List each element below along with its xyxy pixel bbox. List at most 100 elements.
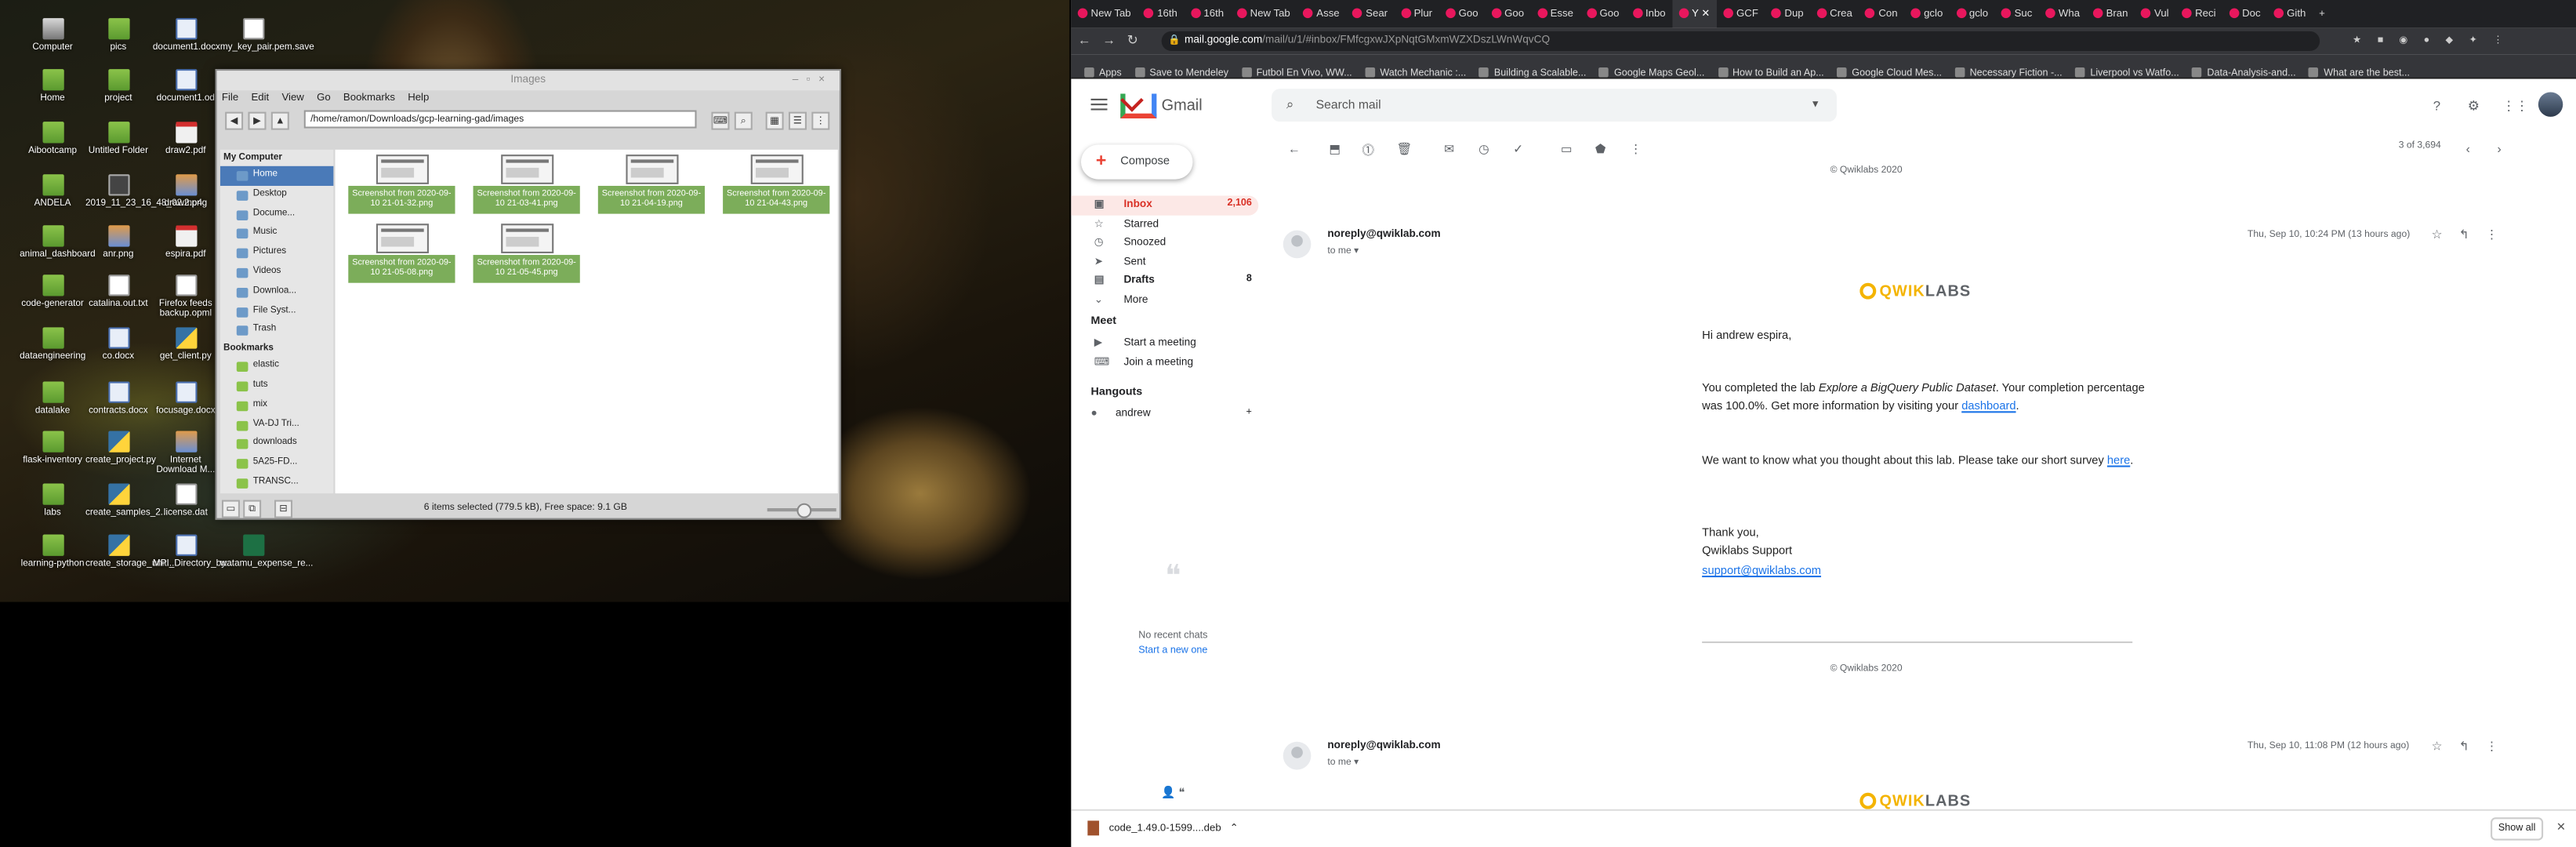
search-options-icon[interactable]: ▼ [1811,89,1820,122]
list-view-icon[interactable]: ☰ [788,111,807,130]
snooze-icon[interactable]: ◷ [1478,141,1489,156]
add-contact-icon[interactable]: + [1246,405,1252,424]
menu-view[interactable]: View [281,92,303,104]
desktop-icon[interactable]: animal_dashboard [20,225,96,260]
desktop-icon[interactable]: focusage.docx [153,381,219,417]
hangouts-user[interactable]: ● andrew + [1071,405,1258,424]
prev-icon[interactable]: ‹ [2466,141,2470,156]
browser-tab[interactable]: gclo [1904,0,1950,28]
bookmark[interactable]: How to Build an Ap... [1718,63,1824,78]
desktop-icon[interactable]: create_project.py [85,431,156,466]
place-item[interactable]: Videos [220,264,334,283]
search-input[interactable]: ⌕ Search mail ▼ [1272,89,1837,122]
browser-tab[interactable]: Bran [2086,0,2134,28]
avatar[interactable] [2538,92,2563,117]
desktop-icon[interactable]: co.docx [85,327,151,362]
desktop-icon[interactable]: catalina.out.txt [85,274,151,310]
bookmark-item[interactable]: VA-DJ Tri... [220,416,334,435]
nav-inbox[interactable]: ▣ Inbox 2,106 [1071,195,1259,215]
desktop-icon[interactable]: contracts.docx [85,381,151,417]
desktop-icon[interactable]: Aibootcamp [20,122,85,157]
browser-tab[interactable]: Dup [1765,0,1810,28]
menu-edit[interactable]: Edit [251,92,269,104]
toggle-location-icon[interactable]: ⌨ [711,111,730,130]
browser-tab[interactable]: Gith [2267,0,2313,28]
browser-tab[interactable]: GCF [1717,0,1765,28]
apps-grid-icon[interactable]: ⋮⋮ [2502,99,2529,114]
bookmark-item[interactable]: elastic [220,357,334,376]
bookmark-item[interactable]: TRANSC... [220,474,334,493]
browser-tab[interactable]: 16th [1137,0,1184,28]
compose-button[interactable]: + Compose [1080,144,1193,180]
menu-help[interactable]: Help [408,92,429,104]
label-icon[interactable]: ⬟ [1595,141,1606,156]
mark-unread-icon[interactable]: ✉ [1444,141,1454,156]
delete-icon[interactable]: 🗑 [1396,141,1412,156]
browser-tab[interactable]: Y ✕ [1672,0,1717,28]
bookmark-item[interactable]: tuts [220,376,334,396]
bookmark[interactable]: Apps [1084,63,1122,78]
nav-sent[interactable]: ➤ Sent [1071,253,1258,271]
place-item[interactable]: Downloa... [220,282,334,302]
place-item[interactable]: File Syst... [220,302,334,322]
nav-snoozed[interactable]: ◷ Snoozed [1071,234,1258,253]
help-icon[interactable]: ? [2433,99,2440,114]
close-sidebar-icon[interactable]: ⊟ [274,500,293,518]
bookmark[interactable]: Google Maps Geol... [1599,63,1704,78]
bookmark-item[interactable]: downloads [220,434,334,454]
extensions-icon[interactable]: ★ ■ ◉ ● ◆ ✦ ⋮ [2353,35,2509,46]
desktop-icon[interactable]: document1.od [153,69,219,104]
desktop-icon[interactable]: create_storage_unit... [85,534,174,570]
tree-icon[interactable]: ⧉ [243,500,262,518]
browser-tab[interactable]: Inbo [1626,0,1672,28]
hangouts-footer-icons[interactable]: 👤 ❝ [1071,786,1275,800]
desktop-icon[interactable]: flask-inventory [20,431,85,466]
browser-tab[interactable]: Doc [2222,0,2267,28]
desktop-icon[interactable]: espira.pdf [153,225,219,260]
file-item[interactable]: Screenshot from 2020-09-10 21-01-32.png [348,154,455,220]
back-arrow-icon[interactable]: ← [1288,141,1301,156]
desktop-icon[interactable]: license.dat [153,483,219,519]
sidebar-toggle-icon[interactable]: ▭ [221,500,240,518]
desktop-icon[interactable]: 2019_11_23_16_48_02.mp4 [85,174,202,209]
bookmark[interactable]: Building a Scalable... [1479,63,1586,78]
browser-tab[interactable]: Reci [2175,0,2222,28]
place-item[interactable]: Desktop [220,186,334,205]
sender[interactable]: noreply@qwiklab.com [1327,228,1440,240]
browser-tab[interactable]: Goo [1580,0,1625,28]
bookmark[interactable]: Futbol En Vivo, WW... [1241,63,1352,78]
settings-icon[interactable]: ⚙ [2468,99,2480,114]
bookmark-item[interactable]: mix [220,396,334,416]
desktop-icon[interactable]: ANDELA [20,174,85,209]
meet-item[interactable]: ⌨ Join a meeting [1071,353,1258,372]
nav-starred[interactable]: ☆ Starred [1071,215,1258,234]
place-item[interactable]: Pictures [220,244,334,264]
to-me[interactable]: to me ▾ [1327,247,1359,257]
dashboard-link[interactable]: dashboard [1961,402,2015,413]
file-view[interactable]: Screenshot from 2020-09-10 21-01-32.png S… [335,149,838,494]
forward-icon[interactable]: ▶ [248,111,267,130]
desktop-icon[interactable]: Untitled Folder [85,122,151,157]
move-to-icon[interactable]: ▭ [1561,141,1573,156]
meet-item[interactable]: ▶ Start a meeting [1071,334,1258,353]
browser-tab[interactable]: Sear [1346,0,1394,28]
window-buttons[interactable]: –▫× [793,71,833,90]
desktop-icon[interactable]: learning-python [20,534,85,570]
main-menu-icon[interactable] [1090,98,1108,111]
desktop-icon[interactable]: Firefox feeds backup.opml [153,274,219,320]
browser-tab[interactable]: Goo [1485,0,1530,28]
download-item[interactable]: code_1.49.0-1599....deb ⌃ [1087,820,1239,836]
browser-tab[interactable]: gclo [1950,0,1995,28]
desktop-icon[interactable]: create_samples_2... [85,483,169,519]
location-bar[interactable]: /home/ramon/Downloads/gcp-learning-gad/i… [303,110,697,129]
icon-view-icon[interactable]: ▦ [765,111,784,130]
close-tab-icon[interactable]: ✕ [1699,8,1711,20]
desktop-icon[interactable]: code-generator [20,274,85,310]
archive-icon[interactable]: ⬒ [1329,141,1341,156]
report-spam-icon[interactable]: ⓵ [1362,141,1374,159]
browser-tab[interactable]: Wha [2039,0,2087,28]
nav-buttons[interactable]: ←→↻ [1078,28,1150,55]
more-actions-icon[interactable]: ⋮ [1630,141,1642,156]
message-actions[interactable]: ☆↰⋮ [2432,739,2515,754]
browser-tab[interactable]: 16th [1184,0,1230,28]
